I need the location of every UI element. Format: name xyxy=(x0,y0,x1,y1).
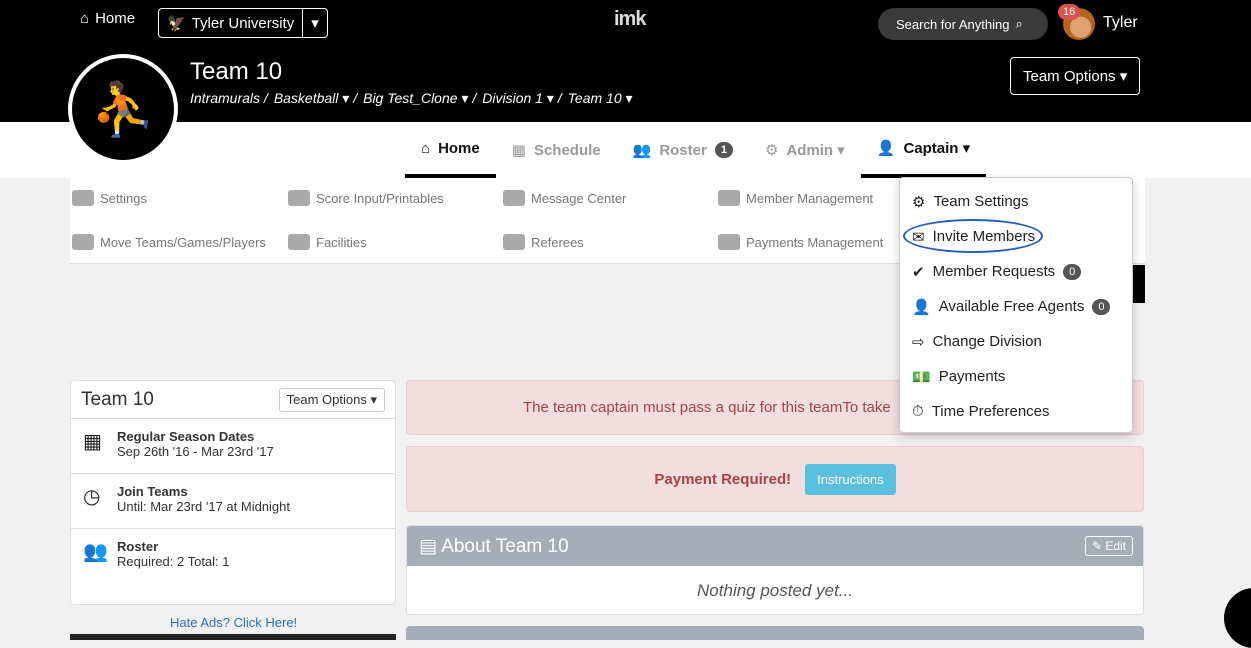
captain-dropdown-menu: ⚙ Team Settings ✉ Invite Members ✔ Member R… xyxy=(899,177,1133,433)
calendar-icon: ▦ xyxy=(83,431,102,453)
breadcrumb-item[interactable]: Big Test_Clone ▾ / xyxy=(363,90,476,107)
pencil-icon: ✎ xyxy=(1091,539,1102,553)
breadcrumb-item[interactable]: Intramurals / xyxy=(190,90,268,107)
users-icon: 👥 xyxy=(83,541,108,563)
tab-captain[interactable]: 👤 Captain ▾ xyxy=(860,122,987,178)
menu-item-payments[interactable]: 💵 Payments xyxy=(900,359,1132,394)
subnav-referees[interactable]: Referees xyxy=(503,234,584,250)
check-circle-icon: ✔ xyxy=(912,263,925,281)
sign-out-icon: ⇨ xyxy=(912,333,925,351)
subnav-settings[interactable]: Settings xyxy=(72,190,147,206)
comments-icon xyxy=(503,190,525,206)
user-name[interactable]: Tyler xyxy=(1103,14,1138,32)
subnav-member-management[interactable]: Member Management xyxy=(718,190,873,206)
team-logo: ⛹ xyxy=(68,54,178,164)
sign-in-icon xyxy=(288,234,310,250)
about-team-card: ▤ About Team 10 ✎ Edit Nothing posted ye… xyxy=(406,525,1144,615)
money-icon: 💵 xyxy=(912,368,931,386)
edit-button[interactable]: ✎ Edit xyxy=(1084,536,1133,556)
tab-schedule[interactable]: ▦ Schedule xyxy=(496,122,617,178)
payment-alert: Payment Required! Instructions xyxy=(406,446,1144,512)
card-title: Team 10 xyxy=(81,388,154,410)
search-button[interactable]: Search for Anything ⌕ xyxy=(878,8,1048,40)
menu-item-team-settings[interactable]: ⚙ Team Settings xyxy=(900,184,1132,219)
notification-badge[interactable]: 16 xyxy=(1058,4,1081,20)
team-options-small-button[interactable]: Team Options ▾ xyxy=(278,387,385,412)
tab-roster[interactable]: 👥 Roster 1 xyxy=(617,122,749,178)
home-icon: ⌂ xyxy=(80,10,90,27)
about-title: ▤ About Team 10 xyxy=(419,535,569,557)
subnav-payments-management[interactable]: Payments Management xyxy=(718,234,883,250)
menu-item-free-agents[interactable]: 👤 Available Free Agents 0 xyxy=(900,289,1132,324)
hate-ads-link[interactable]: Hate Ads? Click Here! xyxy=(170,615,297,630)
tab-home[interactable]: ⌂ Home xyxy=(405,122,496,178)
subnav-message-center[interactable]: Message Center xyxy=(503,190,626,206)
tab-admin[interactable]: ⚙ Admin ▾ xyxy=(749,122,861,178)
subnav-move-teams[interactable]: Move Teams/Games/Players xyxy=(72,234,266,250)
ad-banner[interactable] xyxy=(70,634,396,640)
credit-card-icon xyxy=(718,234,740,250)
clock-icon: ⏱ xyxy=(912,403,924,420)
subnav-score-input[interactable]: Score Input/Printables xyxy=(288,190,444,206)
chevron-down-icon[interactable]: ▾ xyxy=(303,9,327,37)
breadcrumb: Intramurals / Basketball ▾ / Big Test_Cl… xyxy=(190,90,633,107)
team-logo-icon: 🦅 xyxy=(167,15,186,32)
season-dates-row: ▦ Regular Season Dates Sep 26th '16 - Mar… xyxy=(71,419,395,474)
umbrella-icon xyxy=(72,234,94,250)
instructions-button[interactable]: Instructions xyxy=(805,463,896,495)
page-title: Team 10 xyxy=(190,58,283,85)
menu-item-time-preferences[interactable]: ⏱ Time Preferences xyxy=(900,394,1132,429)
requests-count-badge: 0 xyxy=(1063,263,1082,280)
tab-bar: ⌂ Home ▦ Schedule 👥 Roster 1 ⚙ Admin ▾ 👤 Capta… xyxy=(405,122,987,178)
home-icon: ⌂ xyxy=(421,139,431,157)
join-teams-row: ◷ Join Teams Until: Mar 23rd '17 at Midni… xyxy=(71,474,395,529)
university-selector[interactable]: 🦅 Tyler University ▾ xyxy=(158,8,328,38)
top-home-link[interactable]: ⌂ Home xyxy=(80,10,135,27)
menu-item-member-requests[interactable]: ✔ Member Requests 0 xyxy=(900,254,1132,289)
roster-row: 👥 Roster Required: 2 Total: 1 xyxy=(71,529,395,584)
users-icon: 👥 xyxy=(632,142,652,159)
team-options-button[interactable]: Team Options ▾ xyxy=(1010,57,1141,95)
user-icon: 👤 xyxy=(912,298,931,316)
user-icon: 👤 xyxy=(876,140,896,157)
invite-highlight-annotation xyxy=(903,219,1043,253)
breadcrumb-item[interactable]: Basketball ▾ / xyxy=(274,90,357,107)
menu-item-change-division[interactable]: ⇨ Change Division xyxy=(900,324,1132,359)
breadcrumb-item[interactable]: Team 10 ▾ xyxy=(568,90,633,107)
breadcrumb-item[interactable]: Division 1 ▾ / xyxy=(482,90,561,107)
chat-bubble-icon[interactable] xyxy=(1224,588,1251,648)
site-logo[interactable]: imk xyxy=(614,8,646,31)
gear-icon: ⚙ xyxy=(912,193,926,211)
hidden-panel-edge xyxy=(1133,265,1145,303)
roster-count-badge: 1 xyxy=(714,142,733,158)
free-agents-count-badge: 0 xyxy=(1092,298,1111,315)
clock-icon: ◷ xyxy=(83,486,101,508)
flag-icon xyxy=(503,234,525,250)
search-icon: ⌕ xyxy=(1015,16,1023,31)
subnav-facilities[interactable]: Facilities xyxy=(288,234,367,250)
book-icon: ▤ xyxy=(419,535,437,557)
user-icon xyxy=(718,190,740,206)
team-info-card: Team 10 Team Options ▾ ▦ Regular Season … xyxy=(70,380,396,605)
next-panel-header xyxy=(406,626,1144,640)
folder-icon xyxy=(288,190,310,206)
gear-icon xyxy=(72,190,94,206)
about-body: Nothing posted yet... xyxy=(697,581,853,600)
calendar-icon: ▦ xyxy=(511,142,526,159)
gear-icon: ⚙ xyxy=(764,142,779,159)
